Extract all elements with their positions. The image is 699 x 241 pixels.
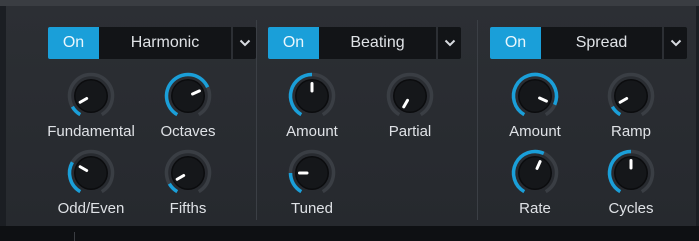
- knob-body: [172, 80, 204, 112]
- amount-knob[interactable]: [285, 69, 339, 123]
- beating-mode-select[interactable]: Beating: [319, 27, 436, 59]
- rate-knob[interactable]: [508, 146, 562, 200]
- knob-rate: Rate: [480, 146, 590, 226]
- knob-label: Rate: [519, 200, 551, 217]
- additive-synth-panel: On Harmonic Fundamental Octaves Odd/Even…: [6, 6, 696, 226]
- beating-section: On Beating Amount Partial Tuned: [257, 6, 477, 226]
- octaves-knob[interactable]: [161, 69, 215, 123]
- bottom-bar: [0, 226, 699, 241]
- beating-header: On Beating: [268, 27, 461, 59]
- knob-label: Odd/Even: [57, 200, 125, 217]
- spread-header: On Spread: [490, 27, 687, 59]
- partial-knob[interactable]: [383, 69, 437, 123]
- knob-octaves: Octaves: [133, 69, 243, 149]
- harmonic-mode-select[interactable]: Harmonic: [99, 27, 231, 59]
- knob-body: [615, 80, 647, 112]
- odd-even-knob[interactable]: [64, 146, 118, 200]
- spread-section: On Spread Amount Ramp Rate Cycles: [478, 6, 696, 226]
- fundamental-knob[interactable]: [64, 69, 118, 123]
- knob-label: Ramp: [610, 123, 651, 140]
- knob-label: Tuned: [291, 200, 333, 217]
- knob-body: [172, 157, 204, 189]
- knob-odd-even: Odd/Even: [36, 146, 146, 226]
- ramp-knob[interactable]: [604, 69, 658, 123]
- chevron-down-icon[interactable]: [438, 27, 461, 59]
- fifths-knob[interactable]: [161, 146, 215, 200]
- knob-body: [75, 80, 107, 112]
- spread-mode-select[interactable]: Spread: [541, 27, 662, 59]
- knob-label: Fifths: [169, 200, 207, 217]
- harmonic-section: On Harmonic Fundamental Octaves Odd/Even…: [6, 6, 256, 226]
- spread-on-button[interactable]: On: [490, 27, 541, 59]
- knob-amount: Amount: [257, 69, 367, 149]
- chevron-down-icon[interactable]: [233, 27, 256, 59]
- knob-body: [75, 157, 107, 189]
- harmonic-header: On Harmonic: [48, 27, 256, 59]
- knob-fundamental: Fundamental: [36, 69, 146, 149]
- bottom-bar-divider: [74, 232, 75, 241]
- knob-spread-amount: Amount: [480, 69, 590, 149]
- knob-body: [394, 80, 426, 112]
- knob-label: Cycles: [608, 200, 654, 217]
- knob-partial: Partial: [355, 69, 465, 149]
- knob-fifths: Fifths: [133, 146, 243, 226]
- knob-label: Octaves: [160, 123, 216, 140]
- cycles-knob[interactable]: [604, 146, 658, 200]
- knob-label: Fundamental: [47, 123, 135, 140]
- knob-tuned: Tuned: [257, 146, 367, 226]
- harmonic-on-button[interactable]: On: [48, 27, 99, 59]
- tuned-knob[interactable]: [285, 146, 339, 200]
- knob-body: [519, 80, 551, 112]
- knob-body: [519, 157, 551, 189]
- knob-cycles: Cycles: [576, 146, 686, 226]
- knob-ramp: Ramp: [576, 69, 686, 149]
- knob-label: Amount: [286, 123, 338, 140]
- spread-amount-knob[interactable]: [508, 69, 562, 123]
- chevron-down-icon[interactable]: [664, 27, 687, 59]
- knob-label: Partial: [388, 123, 432, 140]
- beating-on-button[interactable]: On: [268, 27, 319, 59]
- knob-label: Amount: [509, 123, 561, 140]
